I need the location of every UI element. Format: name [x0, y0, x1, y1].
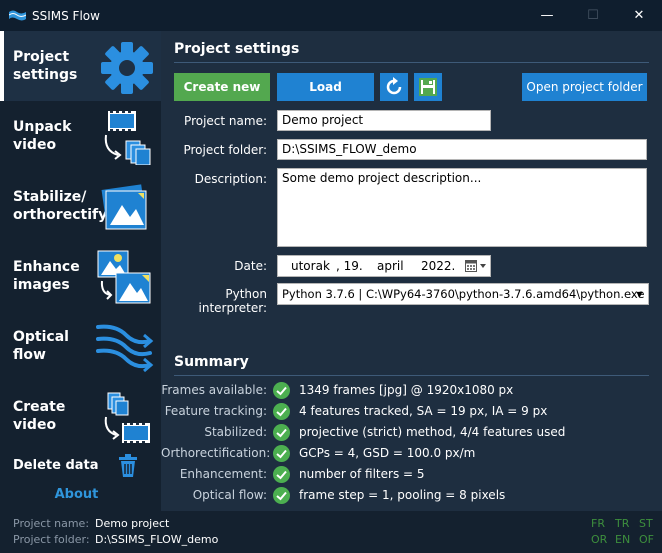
- app-title: SSIMS Flow: [32, 8, 100, 23]
- create-new-button[interactable]: Create new: [174, 73, 270, 101]
- sidebar-item-stabilize[interactable]: Stabilize/ orthorectify: [0, 171, 161, 241]
- unpack-video-icon: [104, 111, 151, 165]
- summary-row: Enhancement: number of filters = 5: [161, 465, 661, 485]
- page-title: Project settings: [174, 41, 300, 57]
- python-interpreter-label: Python interpreter:: [198, 287, 267, 315]
- minimize-button[interactable]: —: [524, 0, 570, 31]
- summary-row: Orthorectification: GCPs = 4, GSD = 100.…: [161, 444, 661, 464]
- summary-value: 4 features tracked, SA = 19 px, IA = 9 p…: [299, 404, 548, 418]
- sidebar-item-label: Enhance images: [13, 259, 80, 293]
- status-folder-value: D:\SSIMS_FLOW_demo: [95, 533, 219, 546]
- optical-flow-icon: [96, 324, 154, 373]
- sidebar-item-label: Project settings: [13, 49, 78, 83]
- project-name-field[interactable]: Demo project: [277, 110, 491, 131]
- summary-row: Stabilized: projective (strict) method, …: [161, 423, 661, 443]
- status-indicator-en: EN: [615, 533, 631, 546]
- sidebar-item-label: Optical flow: [13, 329, 69, 363]
- summary-row: Optical flow: frame step = 1, pooling = …: [161, 486, 661, 506]
- summary-value: number of filters = 5: [299, 467, 425, 481]
- about-link[interactable]: About: [0, 487, 153, 502]
- check-icon: [273, 382, 290, 399]
- summary-value: projective (strict) method, 4/4 features…: [299, 425, 566, 439]
- summary-label: Stabilized:: [204, 425, 267, 439]
- status-bar: Project name: Demo project Project folde…: [0, 511, 662, 553]
- status-indicator-fr: FR: [591, 517, 605, 530]
- load-button[interactable]: Load: [277, 73, 374, 101]
- window-controls: — ☐ ✕: [524, 0, 662, 31]
- title-bar: SSIMS Flow — ☐ ✕: [0, 0, 662, 31]
- sidebar-item-create-video[interactable]: Create video: [0, 381, 161, 451]
- summary-label: Orthorectification:: [161, 446, 271, 460]
- status-folder-label: Project folder:: [13, 533, 90, 546]
- check-icon: [273, 424, 290, 441]
- date-day: , 19.: [336, 259, 363, 273]
- title-divider: [174, 62, 649, 63]
- refresh-icon: [386, 77, 402, 95]
- description-textarea[interactable]: Some demo project description...: [277, 168, 647, 247]
- chevron-down-icon: ▼: [636, 289, 643, 299]
- summary-label: Optical flow:: [192, 488, 267, 502]
- project-folder-label: Project folder:: [183, 143, 267, 157]
- trash-icon: [119, 454, 137, 477]
- delete-data-button[interactable]: Delete data: [0, 449, 161, 481]
- gear-icon: [101, 42, 153, 94]
- sidebar: Project settings Unpack video Stabilize/…: [0, 31, 161, 511]
- summary-title: Summary: [174, 354, 249, 370]
- check-icon: [273, 466, 290, 483]
- sidebar-item-label: Stabilize/ orthorectify: [13, 189, 108, 223]
- summary-label: Frames available:: [161, 383, 267, 397]
- status-indicator-st: ST: [639, 517, 653, 530]
- status-indicator-tr: TR: [615, 517, 630, 530]
- check-icon: [273, 403, 290, 420]
- project-folder-field[interactable]: D:\SSIMS_FLOW_demo: [277, 139, 647, 160]
- sidebar-item-label: Create video: [13, 399, 66, 433]
- reload-button[interactable]: [380, 73, 408, 101]
- summary-value: frame step = 1, pooling = 8 pixels: [299, 488, 506, 502]
- summary-label: Enhancement:: [179, 467, 267, 481]
- date-picker[interactable]: utorak , 19. april 2022.: [277, 255, 491, 277]
- create-video-icon: [104, 392, 150, 443]
- date-label: Date:: [234, 259, 267, 273]
- sidebar-item-optical-flow[interactable]: Optical flow: [0, 311, 161, 381]
- summary-row: Feature tracking: 4 features tracked, SA…: [161, 402, 661, 422]
- sidebar-item-unpack-video[interactable]: Unpack video: [0, 101, 161, 171]
- app-logo-icon: [9, 10, 26, 21]
- open-project-folder-button[interactable]: Open project folder: [522, 73, 647, 101]
- date-year: 2022.: [421, 259, 456, 273]
- summary-value: GCPs = 4, GSD = 100.0 px/m: [299, 446, 476, 460]
- python-interpreter-value: Python 3.7.6 | C:\WPy64-3760\python-3.7.…: [282, 287, 645, 301]
- status-indicator-or: OR: [591, 533, 608, 546]
- close-button[interactable]: ✕: [616, 0, 662, 31]
- maximize-button[interactable]: ☐: [570, 0, 616, 31]
- status-indicator-of: OF: [639, 533, 654, 546]
- enhance-images-icon: [97, 250, 151, 304]
- description-label: Description:: [194, 172, 267, 186]
- stabilize-icon: [101, 184, 147, 230]
- save-icon: [419, 78, 437, 96]
- sidebar-item-label: Unpack video: [13, 119, 72, 153]
- summary-row: Frames available: 1349 frames [jpg] @ 19…: [161, 381, 661, 401]
- sidebar-item-project-settings[interactable]: Project settings: [0, 31, 161, 101]
- summary-value: 1349 frames [jpg] @ 1920x1080 px: [299, 383, 514, 397]
- status-name-label: Project name:: [13, 517, 90, 530]
- check-icon: [273, 445, 290, 462]
- check-icon: [273, 487, 290, 504]
- python-interpreter-select[interactable]: Python 3.7.6 | C:\WPy64-3760\python-3.7.…: [277, 283, 649, 305]
- delete-data-label: Delete data: [13, 458, 99, 473]
- sidebar-item-enhance-images[interactable]: Enhance images: [0, 241, 161, 311]
- summary-label: Feature tracking:: [164, 404, 267, 418]
- save-button[interactable]: [414, 73, 442, 101]
- summary-divider: [174, 375, 649, 376]
- date-month: april: [377, 259, 404, 273]
- project-name-label: Project name:: [184, 114, 267, 128]
- status-name-value: Demo project: [95, 517, 170, 530]
- calendar-dropdown-icon[interactable]: [465, 260, 489, 273]
- main-panel: Project settings Create new Load Open pr…: [161, 31, 662, 511]
- date-weekday: utorak: [291, 259, 330, 273]
